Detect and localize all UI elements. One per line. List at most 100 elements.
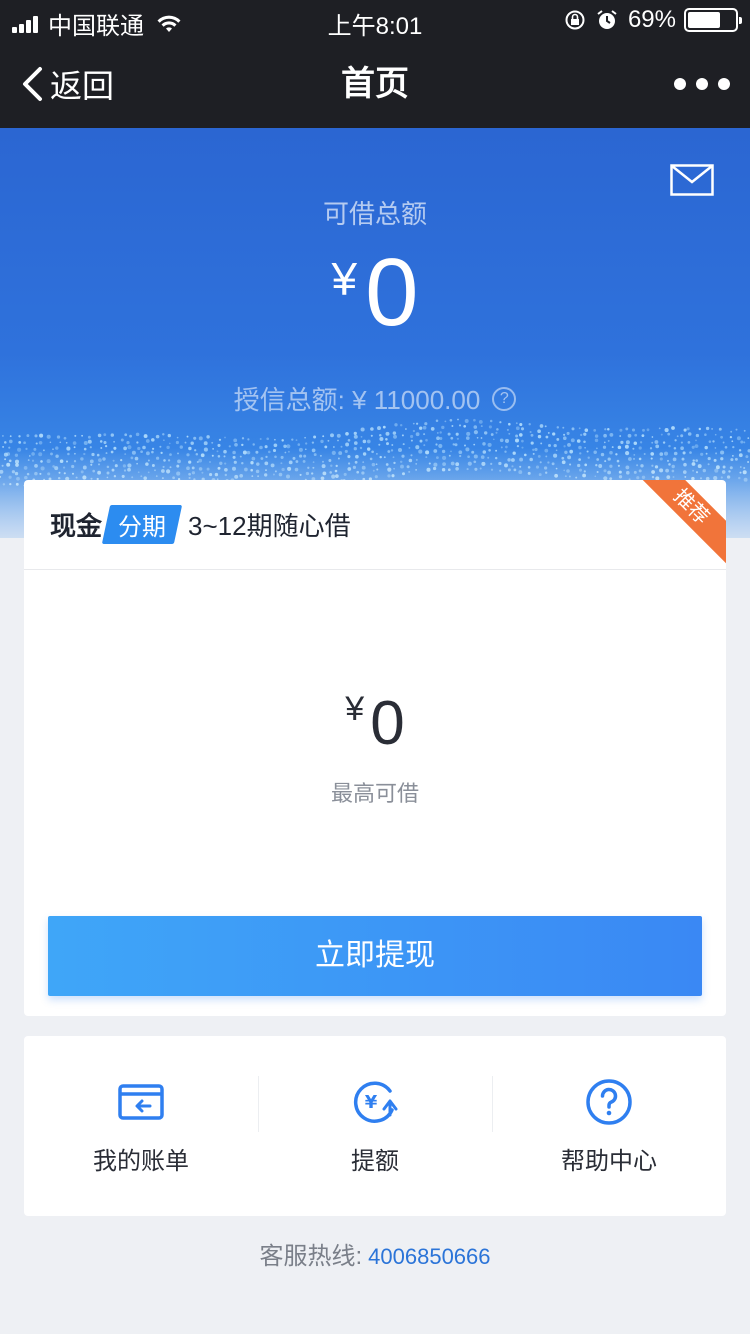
- particle-dot: [412, 429, 416, 433]
- particle-dot: [175, 440, 179, 445]
- particle-dot: [508, 422, 511, 426]
- particle-dot: [447, 432, 451, 436]
- particle-dot: [662, 441, 666, 444]
- particle-dot: [651, 436, 654, 438]
- particle-dot: [425, 438, 428, 442]
- status-left: 中国联通: [12, 6, 182, 41]
- particle-dot: [714, 433, 717, 436]
- more-dot: [674, 78, 686, 90]
- particle-dot: [456, 437, 459, 440]
- particle-dot: [18, 441, 22, 444]
- shortcut-my-bill[interactable]: 我的账单: [24, 1036, 258, 1216]
- particle-dot: [435, 419, 439, 422]
- particle-dot: [422, 425, 427, 430]
- particle-dot: [8, 439, 13, 444]
- particle-dot: [393, 434, 397, 439]
- currency-symbol: ¥: [331, 253, 358, 305]
- particle-dot: [163, 439, 165, 442]
- particle-dot: [423, 444, 426, 447]
- particle-dot: [520, 427, 525, 431]
- particle-dot: [281, 439, 284, 442]
- product-tag: 分期: [101, 505, 183, 544]
- mail-icon[interactable]: [670, 164, 714, 196]
- particle-dot: [218, 438, 222, 441]
- particle-dot: [353, 441, 358, 445]
- particle-dot: [695, 433, 700, 438]
- particle-dot: [487, 442, 492, 447]
- recommend-badge: 推荐: [634, 480, 726, 564]
- particle-dot: [639, 441, 643, 444]
- particle-dot: [683, 428, 687, 432]
- particle-dot: [594, 434, 599, 438]
- particle-dot: [135, 432, 140, 437]
- particle-dot: [217, 443, 221, 447]
- loan-card-header: 现金 分期 3~12期随心借 推荐: [24, 480, 726, 570]
- particle-dot: [151, 438, 155, 442]
- particle-dot: [660, 433, 663, 436]
- particle-dot: [313, 435, 317, 439]
- question-icon[interactable]: ?: [492, 386, 517, 411]
- particle-dot: [126, 440, 130, 445]
- shortcut-help-center[interactable]: 帮助中心: [492, 1036, 726, 1216]
- particle-dot: [563, 436, 567, 440]
- particle-dot: [103, 433, 107, 437]
- loan-card: 现金 分期 3~12期随心借 推荐 ¥0 最高可借 立即提现: [24, 480, 726, 1016]
- particle-dot: [680, 441, 683, 444]
- particle-dot: [483, 431, 488, 435]
- particle-dot: [499, 438, 504, 443]
- particle-dot: [423, 433, 426, 436]
- back-label: 返回: [50, 68, 115, 104]
- particle-dot: [322, 435, 325, 438]
- particle-dot: [103, 440, 107, 445]
- particle-dot: [449, 418, 453, 422]
- particle-dot: [412, 422, 415, 425]
- particle-dot: [419, 439, 423, 443]
- more-button[interactable]: [674, 70, 730, 98]
- particle-dot: [379, 436, 384, 442]
- particle-dot: [720, 435, 723, 439]
- particle-dot: [722, 441, 725, 444]
- particle-dot: [529, 430, 532, 434]
- status-right: 69%: [564, 6, 742, 34]
- particle-dot: [457, 418, 459, 421]
- particle-dot: [198, 436, 203, 441]
- particle-dot: [410, 434, 414, 439]
- particle-dot: [609, 433, 614, 437]
- hotline-number[interactable]: 4006850666: [368, 1244, 490, 1269]
- wifi-icon: [157, 15, 181, 32]
- particle-dot: [743, 441, 746, 444]
- battery-fill: [688, 12, 720, 28]
- particle-dot: [508, 432, 511, 435]
- particle-dot: [39, 433, 44, 438]
- back-button[interactable]: 返回: [20, 40, 114, 128]
- particle-dot: [59, 441, 62, 444]
- particle-dot: [658, 427, 661, 430]
- particle-dot: [603, 433, 607, 438]
- particle-dot: [49, 441, 52, 444]
- particle-dot: [360, 436, 363, 438]
- particle-dot: [473, 418, 476, 422]
- withdraw-button[interactable]: 立即提现: [48, 916, 702, 996]
- particle-dot: [38, 441, 43, 445]
- particle-dot: [274, 438, 276, 441]
- raise-limit-icon: ¥: [353, 1080, 398, 1123]
- available-amount-value: 0: [365, 239, 419, 346]
- available-amount: ¥0: [0, 238, 750, 348]
- particle-dot: [23, 441, 26, 445]
- particle-dot: [743, 429, 746, 432]
- particle-dot: [378, 443, 381, 446]
- particle-dot: [607, 439, 610, 442]
- particle-dot: [162, 433, 165, 436]
- particle-dot: [370, 434, 373, 437]
- particle-dot: [547, 431, 550, 434]
- particle-dot: [566, 431, 570, 435]
- max-loan-caption: 最高可借: [330, 781, 419, 806]
- shortcut-raise-limit[interactable]: ¥ 提额: [258, 1036, 492, 1216]
- particle-dot: [399, 423, 403, 427]
- particle-dot: [439, 431, 442, 434]
- particle-dot: [711, 427, 714, 430]
- particle-dot: [607, 428, 610, 431]
- particle-dot: [627, 433, 632, 438]
- particle-dot: [391, 444, 394, 446]
- particle-dot: [394, 423, 398, 427]
